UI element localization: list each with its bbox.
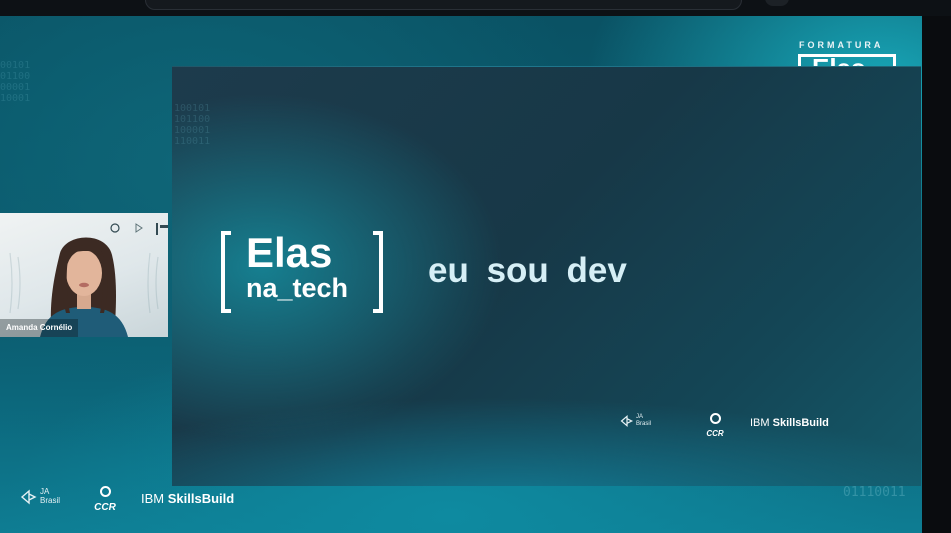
ibm-skillsbuild-text: SkillsBuild [167, 491, 235, 506]
slide-ibm-prefix: IBM [750, 417, 773, 429]
logo-natech-text: na_tech [246, 273, 349, 303]
slide-ibm-skillsbuild-logo: IBM SkillsBuild [750, 417, 829, 429]
ccr-logo: CCR [93, 484, 117, 513]
logo-bracket-left [221, 231, 231, 313]
ja-line2: Brasil [40, 496, 61, 505]
ja-brasil-icon [20, 489, 37, 505]
ja-line1: JA [40, 487, 50, 496]
slide-tagline: eu sou dev [428, 251, 627, 290]
ibm-prefix: IBM [141, 491, 168, 506]
slide-ccr-logo: CCR [704, 411, 726, 438]
ibm-skillsbuild-logo: IBM SkillsBuild [141, 491, 234, 506]
slide-ibm-skillsbuild-text: SkillsBuild [772, 417, 829, 429]
logo-bracket-right [373, 231, 383, 313]
ja-brasil-icon [620, 414, 634, 428]
binary-decoration-slide: 100101 101100 100001 110011 [174, 103, 211, 147]
participant-name: Amanda Cornélio [0, 319, 79, 337]
address-bar[interactable] [145, 0, 742, 10]
slide-ja-line1: JA [636, 414, 644, 420]
slide-ja-line2: Brasil [636, 421, 652, 427]
shared-slide: 100101 101100 100001 110011 Elas na_tech… [172, 66, 921, 486]
formatura-logo-text: Elas [812, 53, 866, 68]
toolbar-button[interactable] [765, 0, 789, 6]
binary-decoration-top-left: 00101 01100 00001 10001 [0, 60, 31, 104]
footer-sponsors: JA Brasil CCR IBM SkillsBuild [20, 484, 250, 516]
slide-sponsors: JA Brasil CCR IBM SkillsBuild [620, 411, 850, 438]
window-edge [922, 16, 951, 533]
ccr-icon [709, 413, 721, 424]
slide-ccr-text: CCR [706, 429, 724, 438]
ccr-icon [99, 486, 111, 497]
browser-top-bar [0, 0, 951, 16]
ccr-text: CCR [94, 502, 116, 513]
logo-elas-text: Elas [246, 229, 333, 276]
participant-video-tile[interactable]: Amanda Cornélio [0, 213, 168, 337]
